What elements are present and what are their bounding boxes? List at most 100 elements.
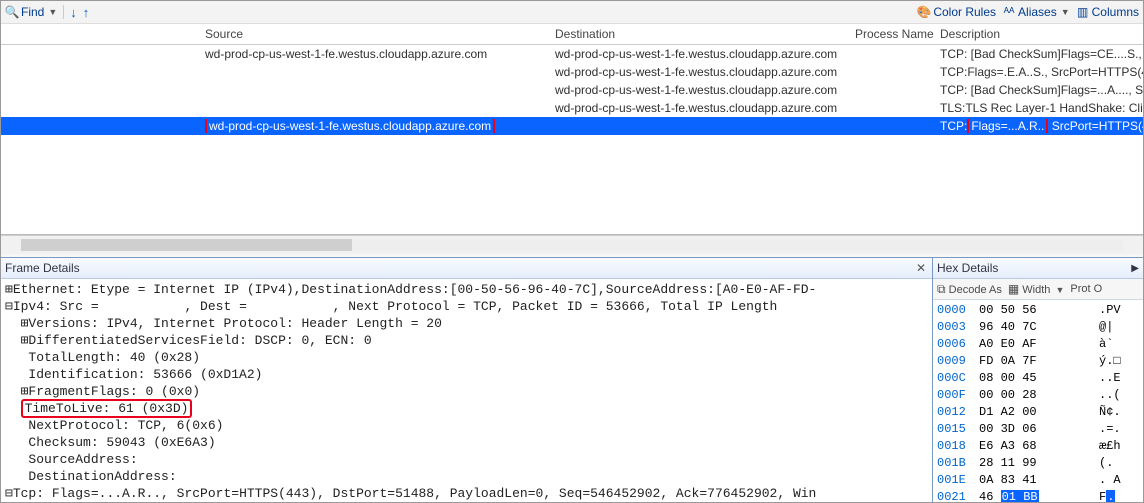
find-prev-button[interactable]: ↑ xyxy=(83,5,90,20)
hex-row[interactable]: 001500 3D 06.=. xyxy=(937,421,1139,438)
hex-ascii: ..( xyxy=(1099,387,1139,404)
packet-list-header: Source Destination Process Name Descript… xyxy=(1,24,1143,45)
hex-ascii: à` xyxy=(1099,336,1139,353)
hex-ascii: (. xyxy=(1099,455,1139,472)
columns-button[interactable]: ▥ Columns xyxy=(1076,5,1139,19)
hex-offset: 0000 xyxy=(937,302,971,319)
cell-description: TLS:TLS Rec Layer-1 HandShake: Clien xyxy=(936,101,1143,115)
prot-o-button[interactable]: Prot O xyxy=(1070,283,1102,295)
tree-line[interactable]: ⊞Ethernet: Etype = Internet IP (IPv4),De… xyxy=(5,281,928,298)
hex-bytes: E6 A3 68 xyxy=(979,438,1091,455)
find-button[interactable]: 🔍 Find ▼ xyxy=(5,5,57,19)
hex-row[interactable]: 000396 40 7C@| xyxy=(937,319,1139,336)
network-monitor-window: 🔍 Find ▼ ↓ ↑ 🎨 Color Rules ᴬᴬ Aliases ▼ … xyxy=(0,0,1144,503)
hex-row[interactable]: 000000 50 56.PV xyxy=(937,302,1139,319)
hex-bytes: 00 00 28 xyxy=(979,387,1091,404)
hex-row[interactable]: 0021 46 01 BB F. xyxy=(937,489,1139,502)
cell-source: wd-prod-cp-us-west-1-fe.westus.cloudapp.… xyxy=(201,119,551,133)
aliases-button[interactable]: ᴬᴬ Aliases ▼ xyxy=(1002,5,1070,19)
hex-row[interactable]: 000F00 00 28..( xyxy=(937,387,1139,404)
hex-ascii: @| xyxy=(1099,319,1139,336)
find-next-button[interactable]: ↓ xyxy=(70,5,77,20)
color-rules-label: Color Rules xyxy=(933,5,996,19)
hex-bytes: 00 50 56 xyxy=(979,302,1091,319)
table-row[interactable]: wd-prod-cp-us-west-1-fe.westus.cloudapp.… xyxy=(1,81,1143,99)
hex-row[interactable]: 0012D1 A2 00Ñ¢. xyxy=(937,404,1139,421)
cell-destination: wd-prod-cp-us-west-1-fe.westus.cloudapp.… xyxy=(551,65,851,79)
tree-line[interactable]: TimeToLive: 61 (0x3D) xyxy=(5,400,928,417)
flags-annotation: Flags=...A.R.. xyxy=(967,119,1048,133)
packet-list: Source Destination Process Name Descript… xyxy=(1,24,1143,235)
frame-details-body[interactable]: ⊞Ethernet: Etype = Internet IP (IPv4),De… xyxy=(1,279,932,502)
col-header-source[interactable]: Source xyxy=(201,27,551,41)
table-row[interactable]: wd-prod-cp-us-west-1-fe.westus.cloudapp.… xyxy=(1,117,1143,135)
color-rules-button[interactable]: 🎨 Color Rules xyxy=(917,5,996,19)
table-row[interactable]: wd-prod-cp-us-west-1-fe.westus.cloudapp.… xyxy=(1,99,1143,117)
details-split: Frame Details ✕ ⊞Ethernet: Etype = Inter… xyxy=(1,257,1143,502)
hex-offset: 001B xyxy=(937,455,971,472)
divider xyxy=(63,5,64,19)
hex-offset: 0018 xyxy=(937,438,971,455)
cell-destination: wd-prod-cp-us-west-1-fe.westus.cloudapp.… xyxy=(551,101,851,115)
hex-details-body[interactable]: 000000 50 56.PV000396 40 7C@|0006A0 E0 A… xyxy=(933,300,1143,502)
aliases-icon: ᴬᴬ xyxy=(1002,5,1016,19)
hex-bytes: A0 E0 AF xyxy=(979,336,1091,353)
tree-line[interactable]: ⊞FragmentFlags: 0 (0x0) xyxy=(5,383,928,400)
hex-details-title: Hex Details xyxy=(937,261,998,275)
tree-line[interactable]: ⊞Versions: IPv4, Internet Protocol: Head… xyxy=(5,315,928,332)
table-row[interactable]: wd-prod-cp-us-west-1-fe.westus.cloudapp.… xyxy=(1,63,1143,81)
hex-offset: 0006 xyxy=(937,336,971,353)
hex-ascii: F. xyxy=(1099,489,1139,502)
aliases-label: Aliases xyxy=(1018,5,1057,19)
hex-row[interactable]: 001B28 11 99(. xyxy=(937,455,1139,472)
tree-line[interactable]: SourceAddress: xyxy=(5,451,928,468)
tree-line[interactable]: DestinationAddress: xyxy=(5,468,928,485)
tree-line[interactable]: ⊞DifferentiatedServicesField: DSCP: 0, E… xyxy=(5,332,928,349)
hex-bytes: 08 00 45 xyxy=(979,370,1091,387)
hex-ascii: ..E xyxy=(1099,370,1139,387)
width-button[interactable]: ▦ Width ▼ xyxy=(1008,282,1065,296)
packet-list-hscroll[interactable] xyxy=(1,235,1143,254)
hex-details-pane: Hex Details ▶ ⧉ Decode As ▦ Width ▼ Prot… xyxy=(933,257,1143,502)
col-header-process[interactable]: Process Name xyxy=(851,27,936,41)
tree-line[interactable]: ⊟Tcp: Flags=...A.R.., SrcPort=HTTPS(443)… xyxy=(5,485,928,502)
hex-bytes: 0A 83 41 xyxy=(979,472,1091,489)
cell-description: TCP:Flags=...A.R.. SrcPort=HTTPS(44 xyxy=(936,119,1143,133)
hex-offset: 0003 xyxy=(937,319,971,336)
hex-toolbar: ⧉ Decode As ▦ Width ▼ Prot O xyxy=(933,279,1143,300)
toolbar: 🔍 Find ▼ ↓ ↑ 🎨 Color Rules ᴬᴬ Aliases ▼ … xyxy=(1,1,1143,24)
frame-details-pane: Frame Details ✕ ⊞Ethernet: Etype = Inter… xyxy=(1,257,933,502)
cell-description: TCP: [Bad CheckSum]Flags=...A...., Sr xyxy=(936,83,1143,97)
hex-ascii: ý.□ xyxy=(1099,353,1139,370)
hex-row[interactable]: 001E0A 83 41. A xyxy=(937,472,1139,489)
hex-offset: 001E xyxy=(937,472,971,489)
decode-as-button[interactable]: ⧉ Decode As xyxy=(937,282,1002,297)
tree-line[interactable]: Identification: 53666 (0xD1A2) xyxy=(5,366,928,383)
expand-icon[interactable]: ▶ xyxy=(1131,263,1139,274)
frame-details-header: Frame Details ✕ xyxy=(1,258,932,279)
hex-bytes: FD 0A 7F xyxy=(979,353,1091,370)
hex-row[interactable]: 0006 A0 E0 AF à` xyxy=(937,336,1139,353)
frame-details-title: Frame Details xyxy=(5,261,80,275)
hex-bytes: 46 01 BB xyxy=(979,489,1091,502)
hex-offset: 0021 xyxy=(937,489,971,502)
hex-row[interactable]: 000C08 00 45..E xyxy=(937,370,1139,387)
tree-line[interactable]: Checksum: 59043 (0xE6A3) xyxy=(5,434,928,451)
hex-bytes: D1 A2 00 xyxy=(979,404,1091,421)
tree-line[interactable]: ⊟Ipv4: Src = , Dest = , Next Protocol = … xyxy=(5,298,928,315)
close-icon[interactable]: ✕ xyxy=(914,261,928,275)
col-header-description[interactable]: Description xyxy=(936,27,1143,41)
tree-line[interactable]: NextProtocol: TCP, 6(0x6) xyxy=(5,417,928,434)
hex-row[interactable]: 0009FD 0A 7Fý.□ xyxy=(937,353,1139,370)
col-header-destination[interactable]: Destination xyxy=(551,27,851,41)
hex-details-header: Hex Details ▶ xyxy=(933,258,1143,279)
find-label: Find xyxy=(21,5,44,19)
ttl-annotation: TimeToLive: 61 (0x3D) xyxy=(21,399,193,418)
table-row[interactable]: wd-prod-cp-us-west-1-fe.westus.cloudapp.… xyxy=(1,45,1143,63)
hex-ascii: æ£h xyxy=(1099,438,1139,455)
hex-row[interactable]: 0018 E6 A3 68 æ£h xyxy=(937,438,1139,455)
hex-bytes: 00 3D 06 xyxy=(979,421,1091,438)
tree-line[interactable]: TotalLength: 40 (0x28) xyxy=(5,349,928,366)
cell-destination: wd-prod-cp-us-west-1-fe.westus.cloudapp.… xyxy=(551,47,851,61)
hex-offset: 0015 xyxy=(937,421,971,438)
